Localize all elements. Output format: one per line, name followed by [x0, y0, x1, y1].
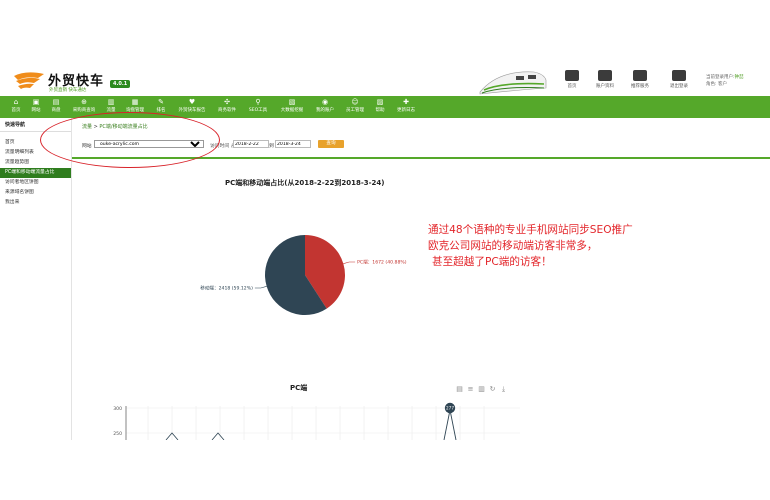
nav-item-home[interactable]: ⌂ 首页: [9, 98, 23, 114]
toplink-home[interactable]: 首页: [557, 70, 587, 89]
restore-icon[interactable]: ↻: [487, 385, 498, 393]
nav-shangpan-icon: ▤: [52, 98, 60, 106]
pc-leader-line: [343, 261, 356, 264]
save-image-icon[interactable]: ⤓: [498, 385, 509, 394]
nav-item-bigdata[interactable]: ▧ 大数据挖掘: [277, 98, 307, 114]
line-chart: 300 250 277: [113, 402, 520, 440]
nav-item-buyer-search[interactable]: ⊕ 采购商查询: [70, 98, 98, 114]
line-chart-title: PC端: [290, 384, 308, 392]
box-icon: [633, 70, 647, 81]
nav-bigdata-icon: ▧: [288, 98, 296, 106]
train-decoration-icon: [479, 71, 547, 95]
nav-inquiry-icon: ▦: [131, 98, 139, 106]
nav-account-icon: ◉: [321, 98, 329, 106]
nav-buyer-icon: ⊕: [81, 98, 87, 106]
sidebar-item-region-pie[interactable]: 访问者地区饼图: [0, 178, 71, 188]
toplink-services[interactable]: 推荐服务: [625, 70, 655, 89]
home-icon: [565, 70, 579, 81]
version-badge: 4.0.1: [110, 80, 131, 88]
nav-item-seo[interactable]: ⚲ SEO工具: [246, 98, 270, 114]
date-to-label: 到: [269, 144, 274, 149]
nav-help-icon: ▨: [376, 98, 384, 106]
nav-item-help[interactable]: ▨ 帮助: [373, 98, 387, 114]
nav-item-my-account[interactable]: ◉ 我的账户: [313, 98, 337, 114]
user-role: 角色: 客户: [706, 82, 727, 87]
nav-label: 员工管理: [346, 108, 364, 113]
toplink-home-label: 首页: [567, 84, 577, 89]
sidebar-item-traffic-trend[interactable]: 流量趋势图: [0, 158, 71, 168]
nav-label: SEO工具: [248, 108, 268, 113]
nav-label: 帮助: [375, 108, 385, 113]
nav-item-software[interactable]: ✣ 商务软件: [215, 98, 239, 114]
sidebar-item-source-pie[interactable]: 来源域名饼图: [0, 188, 71, 198]
nav-item-staff[interactable]: ☺ 员工管理: [343, 98, 367, 114]
nav-seo-icon: ⚲: [255, 98, 261, 106]
nav-label: 更新日志: [397, 108, 415, 113]
nav-label: 商务软件: [218, 108, 236, 113]
annotation-line-3: 甚至超越了PC端的访客！: [432, 256, 552, 268]
page: 外贸快车 4.0.1 外贸直销 快车通达 首页 账户资料 推荐服务 退出登录 当: [0, 0, 770, 500]
sidebar-item-other[interactable]: 我出来: [0, 198, 71, 208]
pie-chart-title: PC端和移动端占比(从2018-2-22到2018-3-24): [225, 179, 385, 187]
annotation-line-2: 欧克公司网站的移动端访客非常多，: [428, 240, 598, 252]
nav-changelog-icon: ✚: [403, 98, 409, 106]
ytick-250: 250: [113, 431, 122, 437]
chart-toolbox: ▤ ≡ ▥ ↻ ⤓: [454, 385, 509, 394]
nav-label: 首页: [11, 108, 21, 113]
highlight-oval: [40, 112, 220, 168]
nav-report-icon: ♥: [188, 98, 196, 106]
briefcase-icon: [598, 70, 612, 81]
query-button[interactable]: 查询: [318, 140, 344, 148]
toplink-account[interactable]: 账户资料: [590, 70, 620, 89]
line-spike-2: [211, 432, 225, 440]
sidebar-item-pc-mobile-ratio[interactable]: PC端和移动端流量占比: [0, 168, 71, 178]
nav-home-icon: ⌂: [13, 98, 19, 106]
date-from-input[interactable]: [233, 140, 269, 148]
nav-traffic-icon: ▥: [107, 98, 115, 106]
nav-item-report[interactable]: ♥ 外贸快车报告: [174, 98, 210, 114]
annotation-line-1: 通过48个语种的专业手机网站同步SEO推广: [428, 224, 633, 236]
nav-label: 我的账户: [316, 108, 334, 113]
nav-label: 网站: [31, 108, 41, 113]
user-info: 当前登录用户:钟喆 角色: 客户: [706, 74, 744, 88]
line-spike-peak: [443, 409, 457, 440]
nav-ranking-icon: ✎: [158, 98, 164, 106]
bar-type-icon[interactable]: ▥: [476, 385, 487, 393]
toplink-logout-label: 退出登录: [670, 84, 688, 89]
page-bottom: [0, 440, 770, 500]
user-name[interactable]: 钟喆: [735, 75, 744, 80]
pie-chart: PC端：1672 (40.88%) 移动端：2418 (59.12%): [200, 235, 407, 315]
date-to-input[interactable]: [275, 140, 311, 148]
data-view-icon[interactable]: ▤: [454, 385, 465, 393]
sidebar: 快速导航 首页 流量明细列表 流量趋势图 PC端和移动端流量占比 访问者地区饼图…: [0, 118, 72, 440]
toplink-logout[interactable]: 退出登录: [664, 70, 694, 89]
annotation-text: 通过48个语种的专业手机网站同步SEO推广 欧克公司网站的移动端访客非常多， 甚…: [428, 222, 698, 270]
nav-item-shangpan[interactable]: ▤ 商盘: [49, 98, 63, 114]
nav-item-ranking[interactable]: ✎ 排名: [154, 98, 168, 114]
brand-slogan: 外贸直销 快车通达: [49, 88, 87, 93]
pie-label-pc: PC端：1672 (40.88%): [357, 259, 407, 266]
toplink-account-label: 账户资料: [596, 84, 614, 89]
nav-label: 大数据挖掘: [280, 108, 304, 113]
brand-logo[interactable]: 外贸快车 4.0.1 外贸直销 快车通达: [12, 68, 132, 96]
ytick-300: 300: [113, 406, 122, 412]
user-prefix: 当前登录用户:: [706, 75, 735, 80]
mobile-leader-line: [254, 286, 267, 289]
nav-software-icon: ✣: [224, 98, 230, 106]
line-type-icon[interactable]: ≡: [465, 385, 476, 393]
nav-staff-icon: ☺: [351, 98, 359, 106]
nav-label: 外贸快车报告: [178, 108, 206, 113]
nav-site-icon: ▣: [32, 98, 40, 106]
vertical-gridlines: [147, 406, 485, 440]
peak-value-label: 277: [446, 406, 454, 411]
pie-label-mobile: 移动端：2418 (59.12%): [200, 284, 253, 291]
nav-item-site[interactable]: ▣ 网站: [29, 98, 43, 114]
logo-swoosh-icon: [14, 72, 44, 89]
nav-label: 商盘: [51, 108, 61, 113]
nav-item-changelog[interactable]: ✚ 更新日志: [394, 98, 418, 114]
power-icon: [672, 70, 686, 81]
nav-label: 采购商查询: [72, 108, 96, 113]
toplink-services-label: 推荐服务: [631, 84, 649, 89]
